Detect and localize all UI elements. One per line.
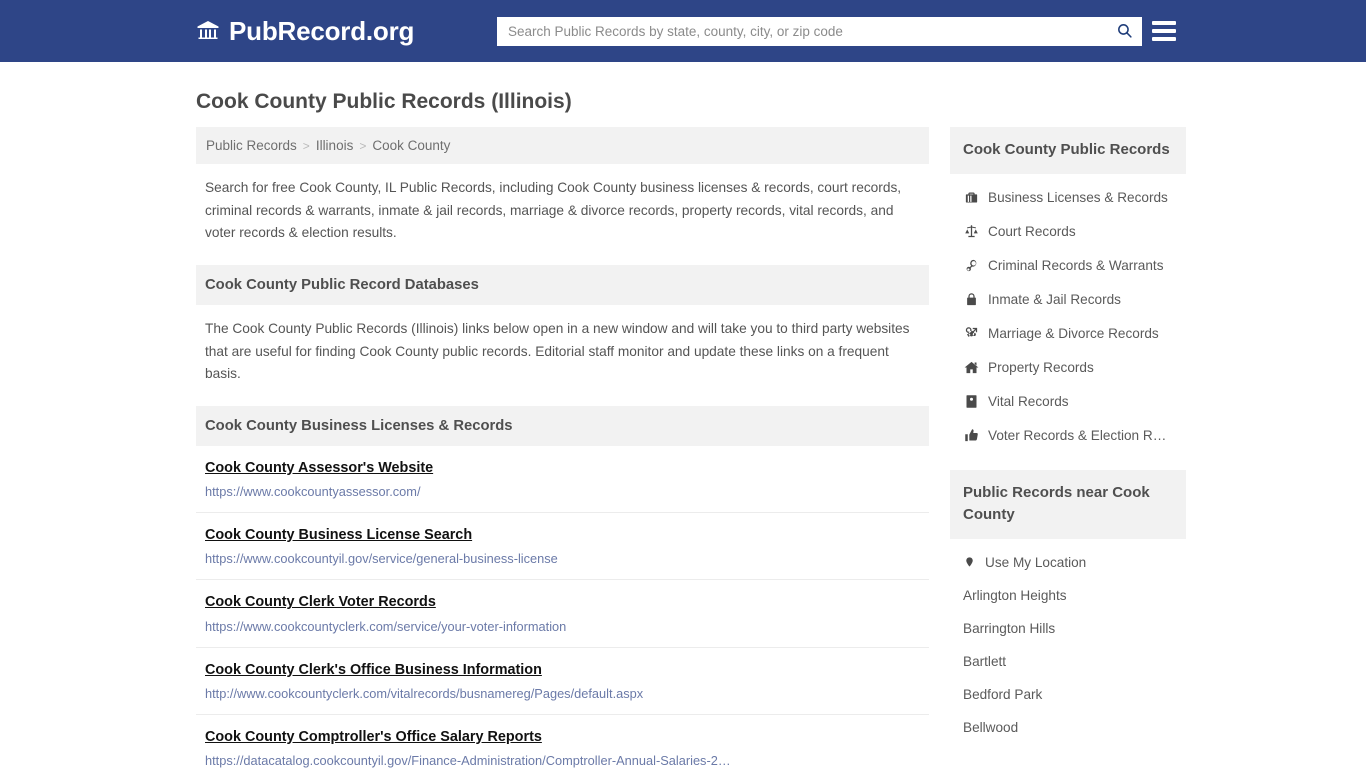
breadcrumb-item-public-records[interactable]: Public Records bbox=[206, 138, 297, 153]
nearby-place-label: Barrington Hills bbox=[963, 620, 1056, 636]
sidebar-item-inmate-jail-records[interactable]: Inmate & Jail Records bbox=[950, 283, 1186, 317]
record-link-url[interactable]: https://datacatalog.cookcountyil.gov/Fin… bbox=[205, 753, 920, 768]
sidebar-records-panel-heading: Cook County Public Records bbox=[950, 127, 1186, 174]
list-item: Barrington Hills bbox=[950, 612, 1186, 645]
nearby-place-bedford-park[interactable]: Bedford Park bbox=[950, 678, 1186, 711]
sidebar-item-vital-records[interactable]: Vital Records bbox=[950, 385, 1186, 419]
lock-icon bbox=[963, 292, 979, 308]
sidebar-item-voter-records[interactable]: Voter Records & Election R… bbox=[950, 419, 1186, 453]
sidebar-item-label: Criminal Records & Warrants bbox=[988, 258, 1164, 274]
search-input[interactable] bbox=[498, 18, 1107, 45]
sidebar-near-panel-heading: Public Records near Cook County bbox=[950, 469, 1186, 539]
record-link-title[interactable]: Cook County Comptroller's Office Salary … bbox=[205, 729, 542, 746]
brand-name: PubRecord.org bbox=[229, 16, 415, 46]
business-section-heading: Cook County Business Licenses & Records bbox=[196, 405, 929, 446]
scales-of-justice-icon bbox=[963, 224, 979, 240]
home-icon bbox=[963, 360, 979, 376]
sidebar-item-label: Vital Records bbox=[988, 394, 1069, 410]
list-item: Cook County Clerk Voter Records https://… bbox=[196, 580, 929, 648]
id-badge-icon bbox=[963, 394, 979, 410]
list-item: Cook County Clerk's Office Business Info… bbox=[196, 648, 929, 715]
sidebar: Cook County Public Records Business Lice… bbox=[950, 127, 1186, 744]
sidebar-item-label: Voter Records & Election R… bbox=[988, 428, 1167, 444]
list-item: Bedford Park bbox=[950, 678, 1186, 711]
breadcrumb-separator: > bbox=[359, 138, 367, 153]
list-item: Inmate & Jail Records bbox=[950, 283, 1186, 317]
sidebar-item-court-records[interactable]: Court Records bbox=[950, 215, 1186, 249]
list-item: Marriage & Divorce Records bbox=[950, 317, 1186, 351]
breadcrumb: Public Records > Illinois > Cook County bbox=[196, 127, 929, 165]
breadcrumb-separator: > bbox=[302, 138, 310, 153]
page-title: Cook County Public Records (Illinois) bbox=[196, 90, 572, 113]
map-pin-icon bbox=[963, 555, 975, 569]
search-icon bbox=[1116, 22, 1133, 42]
list-item: Bartlett bbox=[950, 645, 1186, 678]
bank-icon bbox=[196, 19, 220, 43]
sidebar-item-label: Business Licenses & Records bbox=[988, 190, 1168, 206]
record-link-url[interactable]: https://www.cookcountyassessor.com/ bbox=[205, 484, 920, 500]
nearby-place-label: Bellwood bbox=[963, 719, 1019, 735]
breadcrumb-item-cook-county: Cook County bbox=[372, 138, 451, 154]
sidebar-records-list: Business Licenses & Records Court Record… bbox=[950, 174, 1186, 453]
list-item: Bellwood bbox=[950, 711, 1186, 744]
record-link-list: Cook County Assessor's Website https://w… bbox=[196, 446, 929, 768]
handcuffs-icon bbox=[963, 258, 979, 274]
nearby-place-label: Bedford Park bbox=[963, 686, 1043, 702]
site-header: PubRecord.org bbox=[0, 0, 1366, 62]
hamburger-menu-icon[interactable] bbox=[1152, 19, 1176, 43]
thumbs-up-icon bbox=[963, 428, 979, 444]
sidebar-item-criminal-records[interactable]: Criminal Records & Warrants bbox=[950, 249, 1186, 283]
databases-paragraph: The Cook County Public Records (Illinois… bbox=[205, 321, 910, 382]
record-link-title[interactable]: Cook County Assessor's Website bbox=[205, 460, 433, 477]
sidebar-item-label: Court Records bbox=[988, 224, 1076, 240]
sidebar-item-business-licenses[interactable]: Business Licenses & Records bbox=[950, 181, 1186, 215]
record-link-url[interactable]: https://www.cookcountyil.gov/service/gen… bbox=[205, 551, 920, 567]
search-button[interactable] bbox=[1107, 18, 1141, 45]
page-container: Cook County Public Records (Illinois) Pu… bbox=[0, 89, 1366, 768]
list-item: Court Records bbox=[950, 215, 1186, 249]
nearby-place-barrington-hills[interactable]: Barrington Hills bbox=[950, 612, 1186, 645]
site-logo-link[interactable]: PubRecord.org bbox=[196, 18, 414, 44]
list-item: Cook County Assessor's Website https://w… bbox=[196, 446, 929, 514]
list-item: Use My Location bbox=[950, 546, 1186, 579]
record-link-title[interactable]: Cook County Business License Search bbox=[205, 527, 472, 544]
list-item: Vital Records bbox=[950, 385, 1186, 419]
sidebar-nearby-list: Use My Location Arlington Heights Barrin… bbox=[950, 539, 1186, 744]
briefcase-icon bbox=[963, 190, 979, 206]
list-item: Cook County Comptroller's Office Salary … bbox=[196, 715, 929, 768]
nearby-place-bartlett[interactable]: Bartlett bbox=[950, 645, 1186, 678]
nearby-place-arlington-heights[interactable]: Arlington Heights bbox=[950, 579, 1186, 612]
main-content: Public Records > Illinois > Cook County … bbox=[196, 127, 929, 768]
use-my-location-label: Use My Location bbox=[985, 554, 1087, 570]
sidebar-item-property-records[interactable]: Property Records bbox=[950, 351, 1186, 385]
record-link-title[interactable]: Cook County Clerk's Office Business Info… bbox=[205, 662, 542, 679]
venus-mars-icon bbox=[963, 326, 979, 342]
list-item: Voter Records & Election R… bbox=[950, 419, 1186, 453]
nearby-place-label: Arlington Heights bbox=[963, 587, 1067, 603]
list-item: Business Licenses & Records bbox=[950, 181, 1186, 215]
record-link-url[interactable]: https://www.cookcountyclerk.com/service/… bbox=[205, 619, 920, 635]
nearby-place-label: Bartlett bbox=[963, 653, 1007, 669]
record-link-url[interactable]: http://www.cookcountyclerk.com/vitalreco… bbox=[205, 686, 920, 702]
page-layout: Public Records > Illinois > Cook County … bbox=[196, 127, 1186, 768]
breadcrumb-item-illinois[interactable]: Illinois bbox=[316, 138, 354, 153]
nearby-place-bellwood[interactable]: Bellwood bbox=[950, 711, 1186, 744]
databases-section-heading: Cook County Public Record Databases bbox=[196, 265, 929, 306]
list-item: Cook County Business License Search http… bbox=[196, 513, 929, 581]
record-link-title[interactable]: Cook County Clerk Voter Records bbox=[205, 594, 436, 611]
list-item: Arlington Heights bbox=[950, 579, 1186, 612]
sidebar-item-label: Inmate & Jail Records bbox=[988, 292, 1121, 308]
intro-paragraph: Search for free Cook County, IL Public R… bbox=[205, 180, 902, 241]
search-bar bbox=[497, 17, 1142, 46]
sidebar-item-label: Property Records bbox=[988, 360, 1094, 376]
list-item: Criminal Records & Warrants bbox=[950, 249, 1186, 283]
sidebar-item-marriage-divorce-records[interactable]: Marriage & Divorce Records bbox=[950, 317, 1186, 351]
list-item: Property Records bbox=[950, 351, 1186, 385]
use-my-location-button[interactable]: Use My Location bbox=[950, 546, 1186, 579]
sidebar-item-label: Marriage & Divorce Records bbox=[988, 326, 1159, 342]
